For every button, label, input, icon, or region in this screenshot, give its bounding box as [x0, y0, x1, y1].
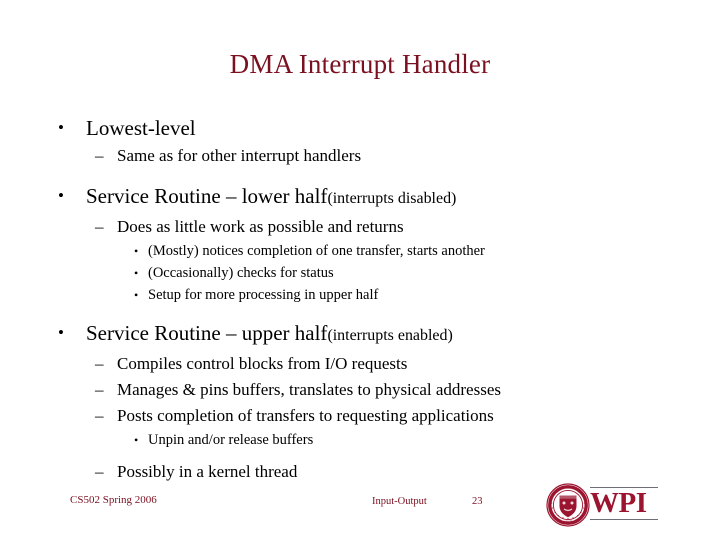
- bullet-marker-level-3: •: [134, 266, 139, 280]
- bullet-text: (Mostly) notices completion of one trans…: [148, 243, 485, 259]
- bullet-text: Posts completion of transfers to request…: [117, 406, 494, 425]
- bullet-level-2: – Manages & pins buffers, translates to p…: [0, 377, 720, 403]
- footer-page-number: 23: [472, 496, 483, 507]
- bullet-marker-level-3: •: [134, 244, 139, 258]
- wpi-wordmark-text: WPI: [590, 487, 647, 519]
- wordmark-rule-bottom: [590, 519, 658, 520]
- bullet-text: Service Routine – upper half: [86, 321, 328, 345]
- bullet-level-3: • (Occasionally) checks for status: [0, 262, 720, 284]
- slide-canvas: DMA Interrupt Handler • Lowest-level – Same…: [0, 0, 720, 540]
- bullet-text: (Occasionally) checks for status: [148, 265, 334, 281]
- bullet-text: Lowest-level: [86, 116, 196, 140]
- bullet-text: Does as little work as possible and retu…: [117, 217, 404, 236]
- bullet-marker-level-2: –: [95, 146, 104, 165]
- bullet-text: Unpin and/or release buffers: [148, 432, 314, 448]
- bullet-marker-level-2: –: [95, 380, 104, 399]
- bullet-text: Setup for more processing in upper half: [148, 287, 379, 303]
- bullet-note: (interrupts disabled): [327, 190, 457, 207]
- bullet-marker-level-2: –: [95, 354, 104, 373]
- bullet-level-3: • (Mostly) notices completion of one tran…: [0, 240, 720, 262]
- bullet-text: Manages & pins buffers, translates to ph…: [117, 380, 501, 399]
- bullet-marker-level-1: •: [58, 118, 64, 137]
- wpi-logo: 1865 WPI: [546, 482, 658, 528]
- bullet-marker-level-1: •: [58, 323, 64, 342]
- bullet-level-3: • Unpin and/or release buffers: [0, 429, 720, 451]
- bullet-text: Compiles control blocks from I/O request…: [117, 354, 408, 373]
- footer-topic-label: Input-Output: [372, 496, 427, 507]
- bullet-marker-level-1: •: [58, 186, 64, 205]
- bullet-level-2: – Posts completion of transfers to reques…: [0, 403, 720, 429]
- bullet-level-1: • Lowest-level: [0, 113, 720, 143]
- bullet-level-1: • Service Routine – lower half (interrupt…: [0, 181, 720, 214]
- wpi-seal-year: 1865: [564, 520, 572, 525]
- bullet-marker-level-3: •: [134, 288, 139, 302]
- bullet-level-1: • Service Routine – upper half (interrupt…: [0, 318, 720, 351]
- bullet-level-2: – Compiles control blocks from I/O reques…: [0, 351, 720, 377]
- bullet-marker-level-3: •: [134, 433, 139, 447]
- bullet-level-2: – Does as little work as possible and ret…: [0, 214, 720, 240]
- bullet-level-2: – Same as for other interrupt handlers: [0, 143, 720, 169]
- page-title: DMA Interrupt Handler: [229, 49, 491, 79]
- bullet-text: Same as for other interrupt handlers: [117, 146, 362, 165]
- bullet-marker-level-2: –: [95, 217, 104, 236]
- footer-course-label: CS502 Spring 2006: [70, 494, 157, 506]
- bullet-level-3: • Setup for more processing in upper half: [0, 284, 720, 306]
- slide-body: • Lowest-level – Same as for other interrup…: [0, 110, 720, 485]
- bullet-note: (interrupts enabled): [327, 327, 453, 344]
- wpi-seal-icon: 1865: [546, 483, 590, 527]
- wpi-wordmark: WPI: [590, 486, 658, 524]
- bullet-text: Service Routine – lower half: [86, 184, 328, 208]
- bullet-marker-level-2: –: [95, 406, 104, 425]
